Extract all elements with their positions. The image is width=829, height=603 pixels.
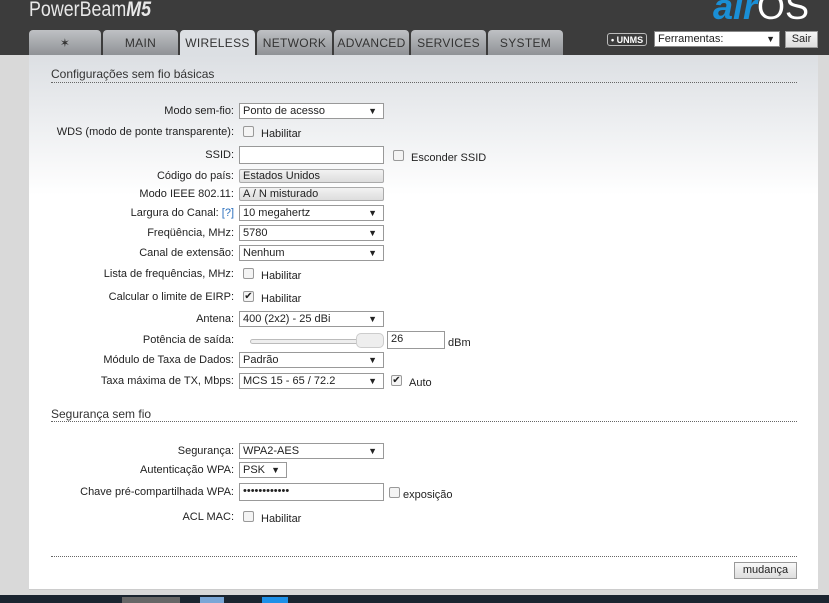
power-unit: dBm <box>448 337 471 349</box>
show-key-label: exposição <box>403 489 453 501</box>
antenna-select[interactable]: 400 (2x2) - 25 dBi ▼ <box>239 311 384 327</box>
chevron-down-icon: ▼ <box>368 314 377 324</box>
change-button[interactable]: mudança <box>734 562 797 579</box>
chevron-down-icon: ▼ <box>271 465 280 475</box>
eirp-enable-label: Habilitar <box>261 293 302 305</box>
help-link[interactable]: [?] <box>222 207 234 219</box>
antenna-label: Antena: <box>196 313 234 325</box>
frequency-select[interactable]: 5780 ▼ <box>239 225 384 241</box>
wpa-key-input[interactable]: •••••••••••• <box>239 483 384 501</box>
security-select[interactable]: WPA2-AES ▼ <box>239 443 384 459</box>
chevron-down-icon: ▼ <box>368 228 377 238</box>
frequency-list-checkbox[interactable] <box>243 268 254 279</box>
eirp-checkbox[interactable]: ✔ <box>243 291 254 302</box>
slider-handle[interactable] <box>355 333 384 348</box>
wds-enable-label: Habilitar <box>261 128 302 140</box>
ubiquiti-antenna-icon: ✶ <box>59 36 71 50</box>
ieee-mode-label: Modo IEEE 802.11: <box>139 188 234 200</box>
logout-button[interactable]: Sair <box>785 31 818 48</box>
chevron-down-icon: ▼ <box>368 106 377 116</box>
tab-advanced[interactable]: ADVANCED <box>334 30 409 55</box>
taskbar-app[interactable] <box>262 597 288 603</box>
tab-network[interactable]: NETWORK <box>257 30 332 55</box>
country-field[interactable]: Estados Unidos <box>239 169 384 183</box>
wpa-key-label: Chave pré-compartilhada WPA: <box>80 486 234 498</box>
ieee-mode-field[interactable]: A / N misturado <box>239 187 384 201</box>
brand-logo: PowerBeamM5 <box>29 0 152 21</box>
header: PowerBeamM5 airOS ✶ MAIN WIRELESS NETWOR… <box>0 0 829 55</box>
taskbar-app-browser[interactable] <box>122 597 180 603</box>
chevron-down-icon: ▼ <box>368 355 377 365</box>
hide-ssid-checkbox[interactable] <box>393 150 404 161</box>
chevron-down-icon: ▼ <box>368 376 377 386</box>
frequency-label: Freqüência, MHz: <box>147 227 234 239</box>
ssid-input[interactable] <box>239 146 384 164</box>
security-label: Segurança: <box>177 445 234 457</box>
extension-channel-label: Canal de extensão: <box>139 247 234 259</box>
chevron-down-icon: ▼ <box>766 34 775 44</box>
frequency-list-label: Lista de frequências, MHz: <box>103 268 234 280</box>
frequency-list-enable-label: Habilitar <box>261 270 302 282</box>
taskbar-app-explorer[interactable] <box>200 597 224 603</box>
tab-main[interactable]: MAIN <box>103 30 178 55</box>
chevron-down-icon: ▼ <box>368 446 377 456</box>
auto-rate-checkbox[interactable]: ✔ <box>391 375 402 386</box>
mac-acl-enable-label: Habilitar <box>261 513 302 525</box>
wpa-auth-select[interactable]: PSK ▼ <box>239 462 287 478</box>
section-title-basic: Configurações sem fio básicas <box>51 67 215 81</box>
output-power-input[interactable]: 26 <box>387 331 445 349</box>
auto-rate-label: Auto <box>409 377 432 389</box>
airos-logo: airOS <box>712 0 809 27</box>
wireless-mode-select[interactable]: Ponto de acesso ▼ <box>239 103 384 119</box>
tab-ubnt-logo[interactable]: ✶ <box>29 30 101 55</box>
divider <box>51 421 797 422</box>
tools-select[interactable]: Ferramentas: ▼ <box>654 31 780 47</box>
channel-width-select[interactable]: 10 megahertz ▼ <box>239 205 384 221</box>
main-tabs: ✶ MAIN WIRELESS NETWORK ADVANCED SERVICE… <box>29 30 563 55</box>
chevron-down-icon: ▼ <box>368 208 377 218</box>
unms-badge[interactable]: • UNMS <box>607 33 648 46</box>
max-tx-rate-select[interactable]: MCS 15 - 65 / 72.2 ▼ <box>239 373 384 389</box>
mode-label: Modo sem-fio: <box>164 105 234 117</box>
wds-checkbox[interactable] <box>243 126 254 137</box>
chevron-down-icon: ▼ <box>368 248 377 258</box>
section-title-security: Segurança sem fio <box>51 407 152 421</box>
tab-services[interactable]: SERVICES <box>411 30 486 55</box>
wds-label: WDS (modo de ponte transparente): <box>56 126 234 138</box>
max-tx-rate-label: Taxa máxima de TX, Mbps: <box>100 375 234 387</box>
hide-ssid-label: Esconder SSID <box>411 152 487 164</box>
mac-acl-label: ACL MAC: <box>182 511 234 523</box>
show-key-checkbox[interactable] <box>389 487 400 498</box>
wpa-auth-label: Autenticação WPA: <box>140 464 234 476</box>
mac-acl-checkbox[interactable] <box>243 511 254 522</box>
tab-system[interactable]: SYSTEM <box>488 30 563 55</box>
divider <box>51 82 797 83</box>
wireless-panel: Configurações sem fio básicas Modo sem-f… <box>29 55 818 590</box>
channel-width-label: Largura do Canal: [?] <box>130 207 234 219</box>
output-power-label: Potência de saída: <box>142 334 234 346</box>
ssid-label: SSID: <box>205 149 234 161</box>
tab-wireless[interactable]: WIRELESS <box>180 30 255 55</box>
divider <box>51 556 797 557</box>
eirp-label: Calcular o limite de EIRP: <box>108 291 234 303</box>
rate-module-label: Módulo de Taxa de Dados: <box>103 354 234 366</box>
country-label: Código do país: <box>156 170 234 182</box>
rate-module-select[interactable]: Padrão ▼ <box>239 352 384 368</box>
extension-channel-select[interactable]: Nenhum ▼ <box>239 245 384 261</box>
